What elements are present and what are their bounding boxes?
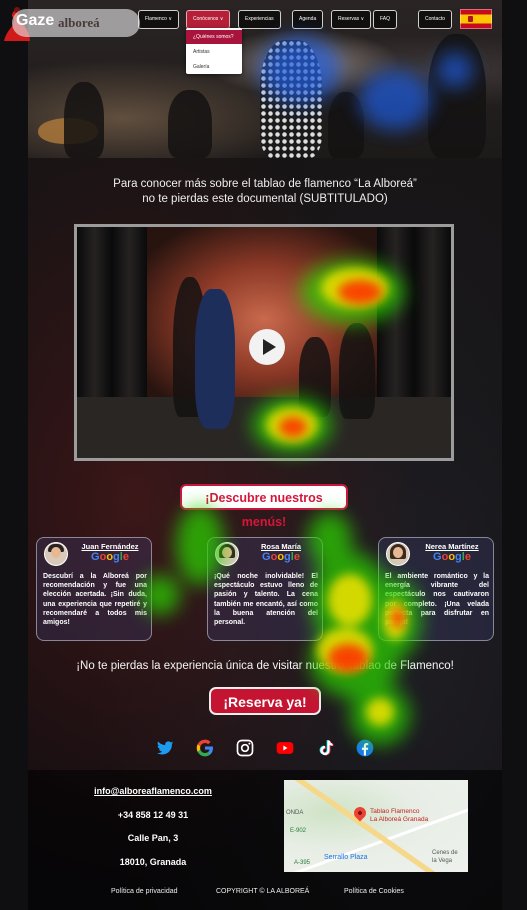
nav-faq[interactable]: FAQ (373, 10, 398, 29)
map-pin-icon[interactable] (351, 804, 369, 822)
dancer-figure (260, 40, 322, 158)
copyright-text: COPYRIGHT © LA ALBOREÁ (216, 888, 310, 895)
palmero-figure (428, 34, 486, 158)
logo[interactable]: Gaze alboreá (0, 0, 140, 46)
email-link[interactable]: info@alboreaflamenco.com (83, 786, 223, 796)
cookies-link[interactable]: Política de Cookies (344, 888, 404, 895)
avatar (386, 542, 410, 566)
guitarist-figure (64, 82, 104, 158)
youtube-icon[interactable] (275, 738, 295, 758)
intro-text: Para conocer más sobre el tablao de flam… (28, 177, 502, 207)
location-map[interactable]: ONDA E-902 A-395 Tablao Flamenco La Albo… (284, 780, 468, 872)
page-frame: Flamenco ∨ Conócenos ∨ Experiencias Agen… (28, 0, 502, 910)
review-card: Juan Fernández Google Descubrí a la Albo… (36, 537, 152, 641)
instagram-icon[interactable] (235, 738, 255, 758)
logo-brand-text: Gaze (16, 12, 55, 29)
map-plaza-label: Serrallo Plaza (324, 854, 368, 861)
city-address: 18010, Granada (119, 857, 187, 867)
google-logo: Google (433, 551, 471, 563)
review-card: Nerea Martínez Google El ambiente románt… (378, 537, 494, 641)
nav-agenda[interactable]: Agenda (292, 10, 324, 29)
nav-reservas[interactable]: Reservas ∨ (331, 10, 372, 29)
twitter-icon[interactable] (155, 738, 175, 758)
nav-flamenco[interactable]: Flamenco ∨ (138, 10, 180, 29)
avatar (44, 542, 68, 566)
dancer-woman-figure (195, 289, 235, 429)
dropdown-item-artistas[interactable]: Artistas (186, 45, 242, 59)
reviewer-name[interactable]: Nerea Martínez (413, 542, 491, 551)
nav-experiencias[interactable]: Experiencias (238, 10, 281, 29)
review-text: Descubrí a la Alboreá por recomendación … (43, 573, 147, 627)
map-road-label-2: A-395 (294, 860, 311, 866)
tagline: ¡No te pierdas la experiencia única de v… (76, 660, 454, 672)
singer-figure (168, 90, 212, 158)
musician-figure-1 (299, 337, 331, 417)
avatar (215, 542, 239, 566)
documentary-video[interactable] (74, 224, 454, 461)
dropdown-item-quienes-somos[interactable]: ¿Quiénes somos? (186, 30, 242, 44)
intro-line-1: Para conocer más sobre el tablao de flam… (113, 178, 417, 190)
facebook-icon[interactable] (355, 738, 375, 758)
reviewer-name[interactable]: Rosa María (242, 542, 320, 551)
flag-crest (468, 16, 473, 22)
privacy-link[interactable]: Política de privacidad (111, 888, 178, 895)
nav-conocenos[interactable]: Conócenos ∨ (186, 10, 231, 29)
play-button[interactable] (249, 329, 285, 365)
clapper-figure (328, 92, 364, 158)
spain-flag-icon[interactable] (460, 9, 492, 29)
phone-number: +34 858 12 49 31 (117, 810, 189, 820)
review-text: ¡Qué noche inolvidable! El espectáculo e… (214, 573, 318, 627)
stage-floor (77, 397, 451, 458)
reserve-button[interactable]: ¡Reserva ya! (209, 687, 321, 715)
map-label-left: ONDA (286, 810, 304, 816)
nav-contacto[interactable]: Contacto (418, 10, 453, 29)
tiktok-icon[interactable] (315, 738, 335, 758)
conocenos-dropdown: ¿Quiénes somos? Artistas Galería (186, 28, 242, 74)
map-town-line-1: Cenes de (432, 850, 458, 856)
logo-alborea-text: alboreá (58, 15, 100, 30)
review-text: El ambiente romántico y la energía vibra… (385, 573, 489, 627)
reviewer-name[interactable]: Juan Fernández (71, 542, 149, 551)
street-address: Calle Pan, 3 (127, 833, 179, 843)
dropdown-item-galeria[interactable]: Galería (186, 60, 242, 74)
review-card: Rosa María Google ¡Qué noche inolvidable… (207, 537, 323, 641)
map-place-line-2: La Alboreá Granada (370, 816, 429, 823)
intro-line-2: no te pierdas este documental (SUBTITULA… (142, 193, 388, 205)
map-town-line-2: la Vega (432, 858, 453, 864)
google-logo: Google (262, 551, 300, 563)
google-logo: Google (91, 551, 129, 563)
musician-figure-2 (339, 323, 375, 419)
google-icon[interactable] (195, 738, 215, 758)
play-icon (263, 339, 276, 355)
menus-button[interactable]: ¡Descubre nuestros menús! (180, 484, 348, 529)
map-place-line-1: Tablao Flamenco (370, 808, 420, 815)
map-road-label: E-902 (290, 828, 307, 834)
